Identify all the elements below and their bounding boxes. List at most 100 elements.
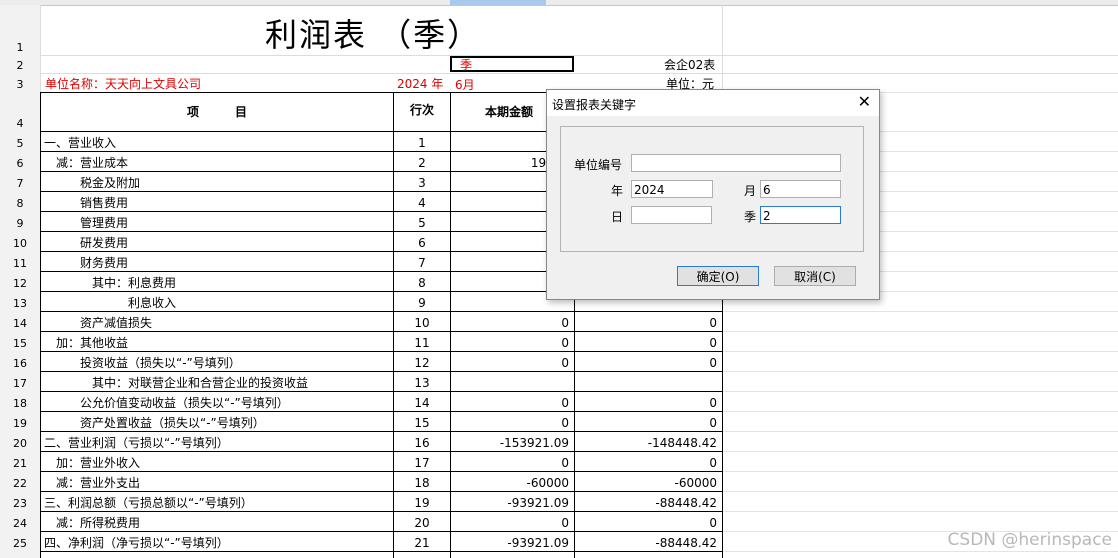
row-number[interactable]: 23 [0,497,40,510]
row-item-label[interactable]: 财务费用 [44,256,128,270]
row-number[interactable]: 12 [0,277,40,290]
row-item-label[interactable]: 二、营业利润（亏损以“-”号填列） [44,436,229,450]
row-line-number[interactable]: 16 [394,436,450,450]
row-prior-amount[interactable]: -88448.42 [576,536,717,550]
row-line-number[interactable]: 18 [394,476,450,490]
row-line-number[interactable]: 10 [394,316,450,330]
row-line-number[interactable]: 2 [394,156,450,170]
row-number[interactable]: 13 [0,297,40,310]
row-number[interactable]: 6 [0,157,40,170]
row-number[interactable]: 22 [0,477,40,490]
row-prior-amount[interactable]: -148448.42 [576,436,717,450]
row-item-label[interactable]: 减：所得税费用 [44,516,140,530]
row-line-number[interactable]: 3 [394,176,450,190]
row-current-amount[interactable]: -60000 [452,476,569,490]
row-number[interactable]: 11 [0,257,40,270]
row-current-amount[interactable]: -93921.09 [452,536,569,550]
row-item-label[interactable]: 减：营业外支出 [44,476,140,490]
day-input[interactable] [631,206,712,224]
row-item-label[interactable]: 公允价值变动收益（损失以“-”号填列） [44,396,289,410]
row-item-label[interactable]: 投资收益（损失以“-”号填列） [44,356,241,370]
row-current-amount[interactable]: 0 [452,356,569,370]
grid-line [723,351,1118,352]
row-item-label[interactable]: 管理费用 [44,216,128,230]
row-item-label[interactable]: 三、利润总额（亏损总额以“-”号填列） [44,496,253,510]
row-current-amount[interactable]: 0 [452,316,569,330]
row-number[interactable]: 18 [0,397,40,410]
row-number[interactable]: 1 [0,41,40,54]
row-current-amount[interactable]: 0 [452,396,569,410]
row-prior-amount[interactable]: 0 [576,396,717,410]
row-number[interactable]: 15 [0,337,40,350]
row-line-number[interactable]: 15 [394,416,450,430]
row-line-number[interactable]: 1 [394,136,450,150]
row-number[interactable]: 3 [0,78,40,91]
row-prior-amount[interactable]: 0 [576,416,717,430]
row-line-number[interactable]: 14 [394,396,450,410]
row-prior-amount[interactable]: 0 [576,336,717,350]
row-current-amount[interactable]: -153921.09 [452,436,569,450]
row-item-label[interactable]: 减：营业成本 [44,156,128,170]
row-item-label[interactable]: 其中：利息费用 [44,276,176,290]
close-icon[interactable]: ✕ [858,93,871,111]
quarter-key-cell[interactable]: 季 [460,58,472,72]
year-input[interactable]: 2024 [631,180,713,198]
row-number[interactable]: 20 [0,437,40,450]
row-line-number[interactable]: 11 [394,336,450,350]
row-prior-amount[interactable]: -88448.42 [576,496,717,510]
row-number[interactable]: 7 [0,177,40,190]
row-current-amount[interactable]: -93921.09 [452,496,569,510]
row-number[interactable]: 19 [0,417,40,430]
row-item-label[interactable]: 一、营业收入 [44,136,116,150]
row-item-label[interactable]: 利息收入 [44,296,176,310]
row-current-amount[interactable]: 0 [452,416,569,430]
row-line-number[interactable]: 4 [394,196,450,210]
row-number[interactable]: 21 [0,457,40,470]
row-line-number[interactable]: 5 [394,216,450,230]
row-prior-amount[interactable]: 0 [576,356,717,370]
row-number[interactable]: 10 [0,237,40,250]
row-current-amount[interactable]: 0 [452,516,569,530]
row-number[interactable]: 4 [0,117,40,130]
row-prior-amount[interactable]: -60000 [576,476,717,490]
row-prior-amount[interactable]: 0 [576,456,717,470]
row-item-label[interactable]: 加：营业外收入 [44,456,140,470]
row-number[interactable]: 24 [0,517,40,530]
row-item-label[interactable]: 其中：对联营企业和合营企业的投资收益 [44,376,308,390]
row-item-label[interactable]: 销售费用 [44,196,128,210]
row-current-amount[interactable]: 0 [452,456,569,470]
row-number[interactable]: 14 [0,317,40,330]
table-row-border [40,311,723,312]
cancel-button[interactable]: 取消(C) [774,266,856,286]
unit-code-input[interactable] [631,154,841,172]
row-number[interactable]: 8 [0,197,40,210]
row-item-label[interactable]: 研发费用 [44,236,128,250]
row-item-label[interactable]: 四、净利润（净亏损以“-”号填列） [44,536,229,550]
row-number[interactable]: 9 [0,217,40,230]
row-item-label[interactable]: 资产减值损失 [44,316,152,330]
row-prior-amount[interactable]: 0 [576,316,717,330]
row-number[interactable]: 25 [0,537,40,550]
row-line-number[interactable]: 20 [394,516,450,530]
row-line-number[interactable]: 17 [394,456,450,470]
row-number[interactable]: 17 [0,377,40,390]
row-line-number[interactable]: 7 [394,256,450,270]
row-line-number[interactable]: 12 [394,356,450,370]
quarter-input[interactable]: 2 [760,206,841,224]
row-item-label[interactable]: 加：其他收益 [44,336,128,350]
month-input[interactable]: 6 [760,180,841,198]
row-item-label[interactable]: 资产处置收益（损失以“-”号填列） [44,416,265,430]
row-number[interactable]: 2 [0,59,40,72]
row-line-number[interactable]: 19 [394,496,450,510]
row-prior-amount[interactable]: 0 [576,516,717,530]
row-line-number[interactable]: 6 [394,236,450,250]
row-line-number[interactable]: 8 [394,276,450,290]
row-line-number[interactable]: 13 [394,376,450,390]
row-line-number[interactable]: 9 [394,296,450,310]
row-number[interactable]: 5 [0,137,40,150]
ok-button[interactable]: 确定(O) [677,266,759,286]
row-current-amount[interactable]: 0 [452,336,569,350]
row-item-label[interactable]: 税金及附加 [44,176,140,190]
row-line-number[interactable]: 21 [394,536,450,550]
row-number[interactable]: 16 [0,357,40,370]
